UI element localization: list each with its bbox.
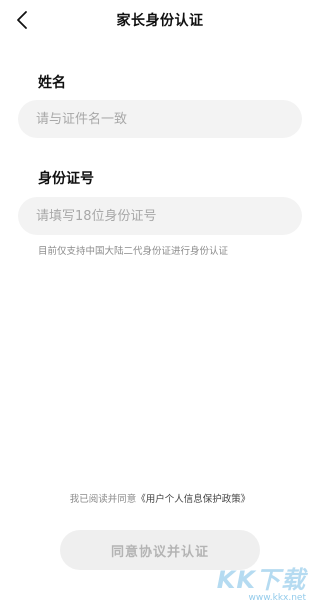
- top-bar: 家长身份认证: [0, 0, 320, 40]
- name-input[interactable]: [18, 100, 302, 138]
- privacy-policy-link[interactable]: 《用户个人信息保护政策》: [136, 494, 250, 505]
- page-title: 家长身份认证: [116, 13, 204, 29]
- screen: 家长身份认证 姓名 身份证号 目前仅支持中国大陆二代身份证进行身份认证 我已阅读…: [0, 0, 320, 611]
- watermark-logo: KK下载: [216, 566, 306, 594]
- id-number-label: 身份证号: [38, 171, 94, 187]
- id-number-input[interactable]: [18, 197, 302, 235]
- agreement-prefix: 我已阅读并同意: [69, 494, 137, 505]
- name-label: 姓名: [38, 75, 66, 91]
- id-hint-text: 目前仅支持中国大陆二代身份证进行身份认证: [38, 246, 229, 257]
- agreement-line: 我已阅读并同意《用户个人信息保护政策》: [0, 491, 320, 505]
- watermark: KK下载 www.kkx.net: [217, 560, 306, 603]
